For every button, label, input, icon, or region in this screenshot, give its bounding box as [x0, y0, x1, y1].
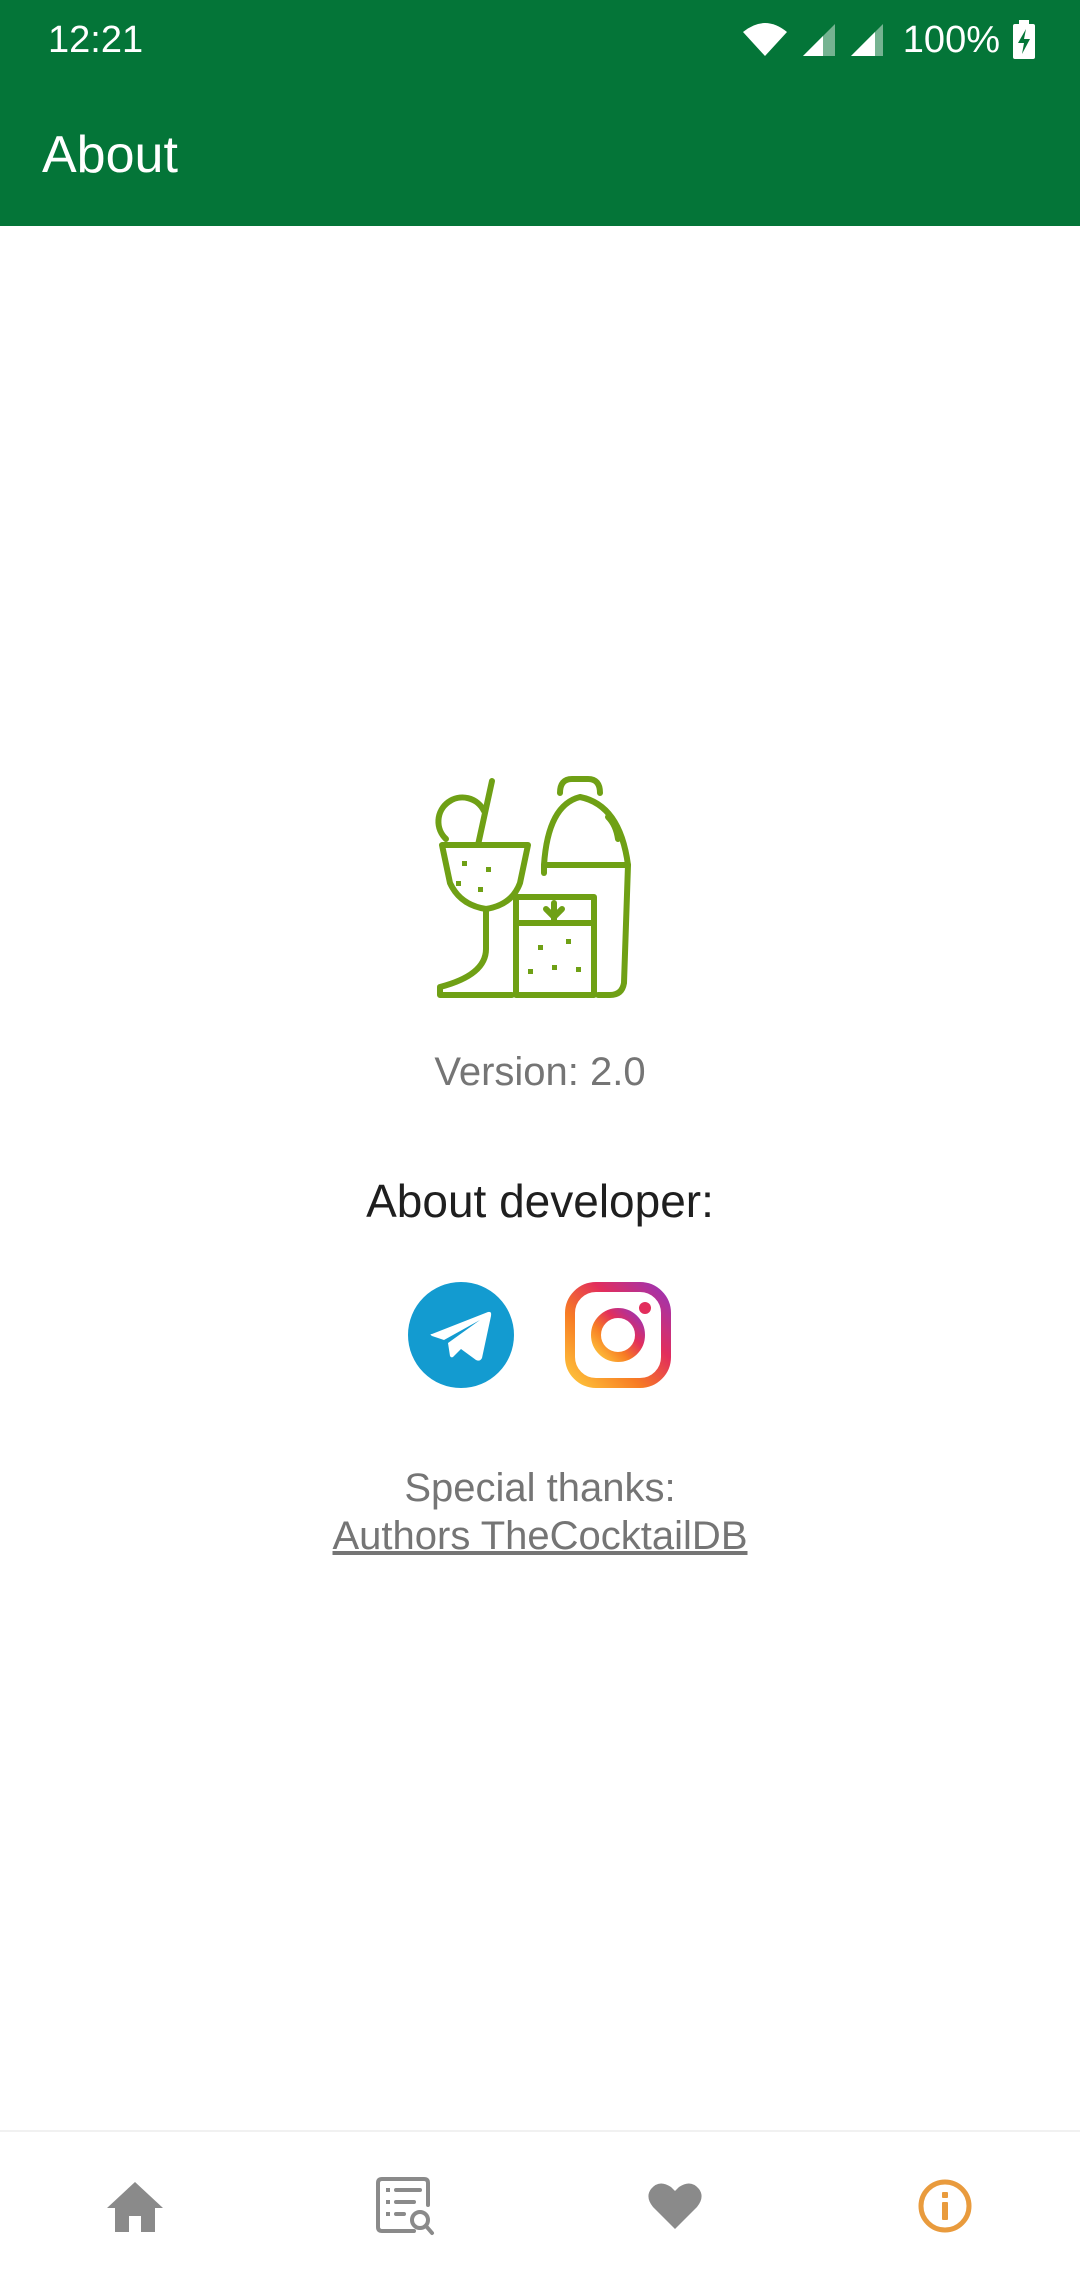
about-content: Version: 2.0 About developer: Special th…	[0, 226, 1080, 2130]
developer-heading: About developer:	[366, 1175, 714, 1227]
info-icon	[918, 2179, 972, 2233]
telegram-button[interactable]	[408, 1282, 514, 1388]
signal-icon	[850, 24, 883, 56]
bottom-navigation	[0, 2130, 1080, 2280]
nav-favorites[interactable]	[540, 2132, 810, 2280]
home-icon	[107, 2182, 163, 2232]
signal-icon	[802, 24, 835, 56]
version-text: Version: 2.0	[434, 1050, 646, 1094]
telegram-icon	[408, 1282, 514, 1388]
battery-charging-icon	[1013, 20, 1035, 59]
page-title: About	[42, 126, 178, 184]
nav-about[interactable]	[810, 2132, 1080, 2280]
instagram-icon	[565, 1282, 671, 1388]
thecocktaildb-link-row: Authors TheCocktailDB	[0, 1512, 1080, 1560]
status-icons: 100%	[741, 16, 1036, 64]
battery-percent: 100%	[902, 19, 1000, 61]
nav-home[interactable]	[0, 2132, 270, 2280]
search-list-icon	[376, 2177, 434, 2235]
wifi-icon	[742, 23, 787, 56]
thecocktaildb-link[interactable]: Authors TheCocktailDB	[333, 1514, 748, 1558]
status-bar: 12:21 100%	[0, 0, 1080, 80]
about-screen: 12:21 100% About Version: 2.0 About deve…	[0, 0, 1080, 2280]
status-time: 12:21	[48, 19, 144, 61]
special-thanks-label: Special thanks:	[404, 1466, 676, 1510]
instagram-button[interactable]	[565, 1282, 671, 1388]
nav-search[interactable]	[270, 2132, 540, 2280]
heart-icon	[648, 2183, 702, 2229]
app-bar: About	[0, 80, 1080, 226]
cocktail-shaker-icon	[435, 776, 631, 998]
